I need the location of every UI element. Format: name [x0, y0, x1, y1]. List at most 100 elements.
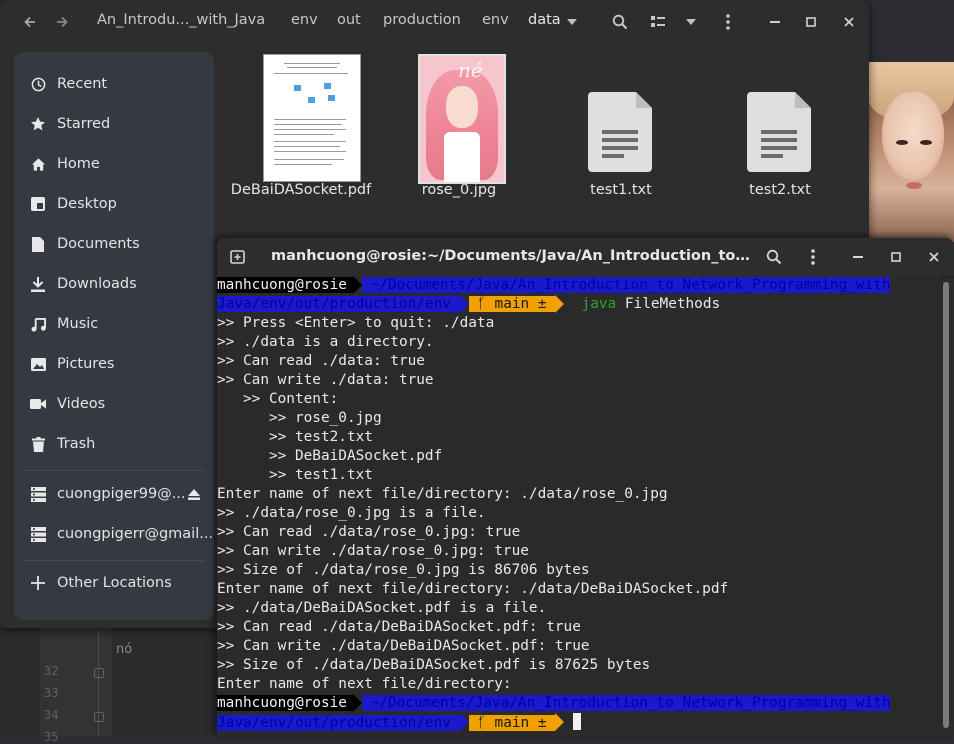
- eject-icon[interactable]: [186, 486, 202, 502]
- terminal-minimize-button[interactable]: [846, 245, 870, 269]
- file-item[interactable]: né rose_0.jpg: [386, 44, 536, 214]
- view-options-button[interactable]: [680, 8, 702, 36]
- close-button[interactable]: [838, 8, 860, 36]
- pdf-diagram-box: [328, 95, 335, 101]
- output-line: >> ./data/rose_0.jpg is a file.: [217, 505, 486, 521]
- view-toggle-button[interactable]: [644, 8, 672, 36]
- breadcrumb-item[interactable]: production: [383, 12, 461, 28]
- file-item[interactable]: test2.txt: [705, 44, 855, 214]
- main-menu-button[interactable]: [716, 8, 740, 36]
- sidebar-item-label: Trash: [57, 436, 96, 452]
- output-line: >> Can write ./data/rose_0.jpg: true: [217, 543, 529, 559]
- sidebar-item-recent[interactable]: Recent: [14, 66, 214, 102]
- photo-lips: [906, 182, 922, 189]
- terminal-scrollbar[interactable]: [943, 282, 949, 728]
- maximize-button[interactable]: [800, 8, 822, 36]
- breadcrumb-item[interactable]: out: [337, 12, 361, 28]
- arrow-right-icon: [57, 16, 68, 28]
- pdf-line: [274, 146, 340, 147]
- pdf-line: [274, 119, 346, 120]
- prompt-line: Java/env/out/production/env ᚶ main ±: [217, 713, 581, 732]
- trash-icon: [30, 436, 46, 452]
- sidebar-item-music[interactable]: Music: [14, 306, 214, 342]
- places-sidebar: Recent Starred Home Desktop Documents Do…: [14, 52, 214, 620]
- breadcrumb-menu-button[interactable]: [564, 8, 580, 36]
- powerline-separator-icon: [555, 713, 565, 731]
- prompt-user: manhcuong@rosie: [217, 277, 353, 293]
- pdf-line: [274, 164, 332, 165]
- file-item[interactable]: test1.txt: [546, 44, 696, 214]
- terminal-search-button[interactable]: [762, 245, 786, 269]
- command-args: FileMethods: [624, 296, 721, 312]
- powerline-separator-icon: [459, 295, 469, 313]
- image-thumbnail: né: [418, 54, 506, 184]
- output-line: Enter name of next file/directory:: [217, 676, 512, 692]
- prompt-path: Java/env/out/production/env: [217, 715, 460, 731]
- text-file-icon: [588, 92, 652, 172]
- sidebar-item-starred[interactable]: Starred: [14, 106, 214, 142]
- new-tab-icon: [229, 250, 245, 264]
- prompt-path: ~/Documents/Java/An_Introduction_to_Netw…: [361, 277, 891, 293]
- sidebar-item-documents[interactable]: Documents: [14, 226, 214, 262]
- text-file-icon: [747, 92, 811, 172]
- terminal-maximize-button[interactable]: [884, 245, 908, 269]
- terminal-output[interactable]: manhcuong@rosie ~/Documents/Java/An_Intr…: [217, 276, 941, 736]
- sidebar-item-downloads[interactable]: Downloads: [14, 266, 214, 302]
- terminal-close-button[interactable]: [922, 245, 946, 269]
- photo-eye: [896, 140, 908, 145]
- breadcrumb-item[interactable]: An_Introdu..._with_Java: [97, 12, 265, 28]
- minimize-icon: [853, 256, 863, 258]
- sidebar-item-account[interactable]: cuongpigerr@gmail...: [14, 516, 214, 552]
- search-button[interactable]: [606, 8, 634, 36]
- clock-icon: [30, 76, 46, 92]
- pdf-diagram-box: [324, 83, 331, 89]
- output-line: >> Can read ./data/DeBaiDASocket.pdf: tr…: [217, 619, 581, 635]
- sidebar-separator: [24, 560, 204, 561]
- close-icon: [844, 17, 854, 27]
- forward-button[interactable]: [48, 8, 76, 36]
- new-tab-button[interactable]: [225, 245, 249, 269]
- document-icon: [30, 236, 46, 252]
- sidebar-item-label: Pictures: [57, 356, 115, 372]
- sidebar-item-desktop[interactable]: Desktop: [14, 186, 214, 222]
- sidebar-item-pictures[interactable]: Pictures: [14, 346, 214, 382]
- file-manager-headerbar: An_Introdu..._with_Java env out producti…: [0, 0, 869, 44]
- sidebar-item-label: Music: [57, 316, 99, 332]
- breadcrumb-current[interactable]: data: [528, 12, 561, 28]
- output-line: >> Size of ./data/DeBaiDASocket.pdf is 8…: [217, 657, 651, 673]
- file-item[interactable]: DeBaiDASocket.pdf: [226, 44, 376, 214]
- chevron-down-icon: [567, 19, 577, 25]
- back-button[interactable]: [16, 8, 44, 36]
- output-line: >> test1.txt: [217, 467, 373, 483]
- pdf-line: [274, 129, 346, 130]
- maximize-icon: [806, 17, 816, 27]
- breadcrumb-item[interactable]: env: [291, 12, 318, 28]
- network-drive-icon: [30, 526, 46, 542]
- sidebar-item-label: Other Locations: [57, 575, 172, 591]
- output-line: >> Press <Enter> to quit: ./data: [217, 315, 495, 331]
- sidebar-item-trash[interactable]: Trash: [14, 426, 214, 462]
- minimize-button[interactable]: [764, 8, 786, 36]
- terminal-title: manhcuong@rosie:~/Documents/Java/An_Intr…: [271, 248, 751, 264]
- sidebar-item-videos[interactable]: Videos: [14, 386, 214, 422]
- powerline-separator-icon: [352, 276, 362, 294]
- home-icon: [30, 156, 46, 172]
- breadcrumb-item[interactable]: env: [482, 12, 509, 28]
- pdf-line: [274, 124, 342, 125]
- terminal-menu-button[interactable]: [801, 245, 825, 269]
- thumb-logo: né: [458, 58, 483, 82]
- thumb-face: [446, 86, 478, 128]
- sidebar-item-label: Documents: [57, 236, 140, 252]
- pdf-line: [287, 67, 337, 68]
- fold-marker-icon[interactable]: [94, 712, 104, 722]
- sidebar-item-account[interactable]: cuongpiger99@...: [14, 476, 214, 512]
- sidebar-item-label: Home: [57, 156, 100, 172]
- output-line: >> Can read ./data: true: [217, 353, 425, 369]
- background-photo: [868, 62, 954, 242]
- search-icon: [612, 14, 628, 30]
- sidebar-item-home[interactable]: Home: [14, 146, 214, 182]
- command-program: java: [581, 296, 617, 312]
- output-line: >> Can read ./data/rose_0.jpg: true: [217, 524, 521, 540]
- fold-marker-icon[interactable]: [94, 668, 104, 678]
- sidebar-item-other-locations[interactable]: Other Locations: [14, 565, 214, 601]
